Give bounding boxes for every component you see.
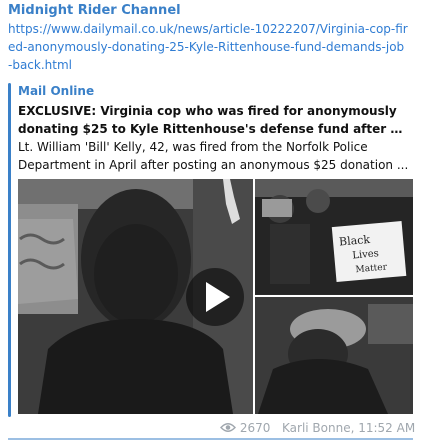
preview-description-line: Lt. William 'Bill' Kelly, 42, was fired … [18,140,368,154]
link-preview[interactable]: Mail Online EXCLUSIVE: Virginia cop who … [8,83,413,417]
channel-name[interactable]: Midnight Rider Channel [8,3,181,18]
preview-site-name: Mail Online [18,84,95,98]
author-time: Karli Bonne, 11:52 AM [282,421,416,435]
preview-accent-bar [8,83,11,417]
divider [8,438,413,440]
preview-description: Lt. William 'Bill' Kelly, 42, was fired … [18,138,410,174]
thumbnail-image: Black Lives Matter [18,179,413,414]
preview-description-line: Department in April after posting an ano… [18,158,409,172]
video-thumbnail[interactable]: Black Lives Matter [18,179,413,414]
preview-title-line: donating $25 to Kyle Rittenhouse's defen… [18,122,410,136]
views-count: 2670 [220,421,270,435]
channel-message: Midnight Rider Channel https://www.daily… [0,0,423,442]
views-number: 2670 [239,421,271,435]
preview-title: EXCLUSIVE: Virginia cop who was fired fo… [18,102,410,138]
sign-word: Lives [352,248,379,261]
eye-icon [220,423,236,432]
article-link[interactable]: https://www.dailymail.co.uk/news/article… [8,20,408,74]
sign-word: Black [339,233,371,249]
preview-title-line: EXCLUSIVE: Virginia cop who was fired fo… [18,104,397,118]
